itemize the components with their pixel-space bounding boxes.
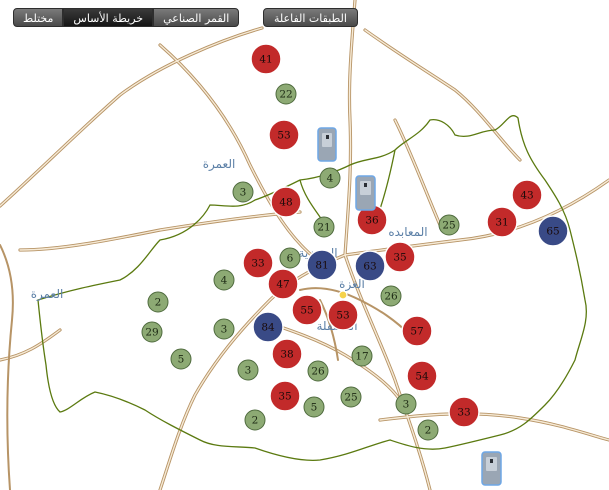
marker-m26a[interactable]: 26 xyxy=(380,285,402,307)
station-pin-icon[interactable] xyxy=(317,127,337,162)
marker-m5a[interactable]: 5 xyxy=(170,348,192,370)
map-canvas[interactable]: العمرة العمرة المعابده العزيزية الغزة ال… xyxy=(0,0,609,490)
basemap-button[interactable]: خريطة الأساس xyxy=(63,8,154,27)
marker-m54[interactable]: 54 xyxy=(406,360,438,392)
marker-value: 26 xyxy=(311,366,325,378)
station-pin-icon[interactable] xyxy=(355,175,376,211)
marker-m84[interactable]: 84 xyxy=(252,311,284,343)
marker-m53a[interactable]: 53 xyxy=(268,119,300,151)
marker-m35a[interactable]: 35 xyxy=(384,241,416,273)
marker-value: 63 xyxy=(363,261,376,273)
place-label-ghazza: الغزة xyxy=(339,277,365,292)
marker-m48[interactable]: 48 xyxy=(270,186,302,218)
marker-value: 26 xyxy=(384,291,398,303)
marker-m35b[interactable]: 35 xyxy=(269,380,301,412)
marker-m3c[interactable]: 3 xyxy=(237,359,259,381)
marker-m57[interactable]: 57 xyxy=(401,315,433,347)
marker-m6[interactable]: 6 xyxy=(279,247,301,269)
marker-m4a[interactable]: 4 xyxy=(319,167,341,189)
marker-m3a[interactable]: 3 xyxy=(232,181,254,203)
marker-m25b[interactable]: 25 xyxy=(340,386,362,408)
mixed-button[interactable]: مختلط xyxy=(13,8,64,27)
marker-value: 29 xyxy=(145,327,158,339)
marker-m33a[interactable]: 33 xyxy=(242,247,274,279)
marker-value: 36 xyxy=(365,215,379,227)
marker-value: 22 xyxy=(279,89,292,101)
marker-value: 5 xyxy=(178,354,185,366)
marker-value: 55 xyxy=(300,305,313,317)
marker-m26b[interactable]: 26 xyxy=(307,360,329,382)
marker-m43[interactable]: 43 xyxy=(511,179,543,211)
marker-m21[interactable]: 21 xyxy=(313,216,335,238)
marker-value: 35 xyxy=(393,252,406,264)
marker-m2c[interactable]: 2 xyxy=(417,419,439,441)
basemap-switcher: مختلط خريطة الأساس القمر الصناعي xyxy=(13,8,240,27)
marker-m63[interactable]: 63 xyxy=(354,250,386,282)
marker-m81[interactable]: 81 xyxy=(306,249,338,281)
marker-value: 3 xyxy=(403,399,410,411)
marker-value: 5 xyxy=(311,402,318,414)
marker-value: 21 xyxy=(317,222,330,234)
marker-m31[interactable]: 31 xyxy=(486,206,518,238)
marker-value: 2 xyxy=(155,297,162,309)
marker-value: 43 xyxy=(520,190,533,202)
marker-value: 48 xyxy=(279,197,292,209)
marker-value: 2 xyxy=(425,425,432,437)
marker-m47[interactable]: 47 xyxy=(267,268,299,300)
marker-value: 35 xyxy=(278,391,291,403)
marker-m65[interactable]: 65 xyxy=(537,215,569,247)
marker-m3d[interactable]: 3 xyxy=(395,393,417,415)
place-label-umra-north: العمرة xyxy=(203,157,236,172)
marker-value: 53 xyxy=(277,130,290,142)
marker-value: 53 xyxy=(336,310,349,322)
marker-value: 17 xyxy=(355,351,368,363)
marker-value: 47 xyxy=(276,279,289,291)
marker-m3b[interactable]: 3 xyxy=(213,318,235,340)
marker-m2a[interactable]: 2 xyxy=(147,291,169,313)
active-layers-button[interactable]: الطبقات الفاعلة xyxy=(263,8,358,27)
marker-m2b[interactable]: 2 xyxy=(244,409,266,431)
marker-value: 25 xyxy=(344,392,357,404)
marker-value: 4 xyxy=(327,173,334,185)
marker-m25a[interactable]: 25 xyxy=(438,214,460,236)
marker-m4b[interactable]: 4 xyxy=(213,269,235,291)
marker-value: 84 xyxy=(261,322,275,334)
marker-m5b[interactable]: 5 xyxy=(303,396,325,418)
marker-value: 4 xyxy=(221,275,228,287)
marker-value: 57 xyxy=(410,326,423,338)
marker-m55[interactable]: 55 xyxy=(291,294,323,326)
marker-m22[interactable]: 22 xyxy=(275,83,297,105)
place-label-umra-west: العمرة xyxy=(31,287,64,302)
marker-value: 31 xyxy=(495,217,508,229)
place-label-maabda: المعابده xyxy=(388,225,427,239)
marker-value: 33 xyxy=(251,258,264,270)
marker-value: 3 xyxy=(245,365,252,377)
marker-m41[interactable]: 41 xyxy=(250,43,282,75)
marker-m17[interactable]: 17 xyxy=(351,345,373,367)
marker-m38[interactable]: 38 xyxy=(271,338,303,370)
marker-value: 3 xyxy=(240,187,247,199)
marker-value: 3 xyxy=(221,324,228,336)
marker-value: 38 xyxy=(280,349,293,361)
marker-value: 6 xyxy=(287,253,294,265)
marker-value: 25 xyxy=(442,220,455,232)
marker-value: 81 xyxy=(315,260,328,272)
marker-value: 41 xyxy=(259,54,272,66)
marker-value: 2 xyxy=(252,415,259,427)
marker-m53b[interactable]: 53 xyxy=(327,299,359,331)
marker-m29[interactable]: 29 xyxy=(141,321,163,343)
satellite-button[interactable]: القمر الصناعي xyxy=(153,8,240,27)
marker-value: 65 xyxy=(546,226,559,238)
road-network xyxy=(0,0,609,490)
marker-value: 54 xyxy=(415,371,429,383)
marker-m33b[interactable]: 33 xyxy=(448,396,480,428)
marker-value: 33 xyxy=(457,407,470,419)
station-pin-icon[interactable] xyxy=(481,451,502,486)
haram-marker-icon[interactable] xyxy=(338,290,348,300)
